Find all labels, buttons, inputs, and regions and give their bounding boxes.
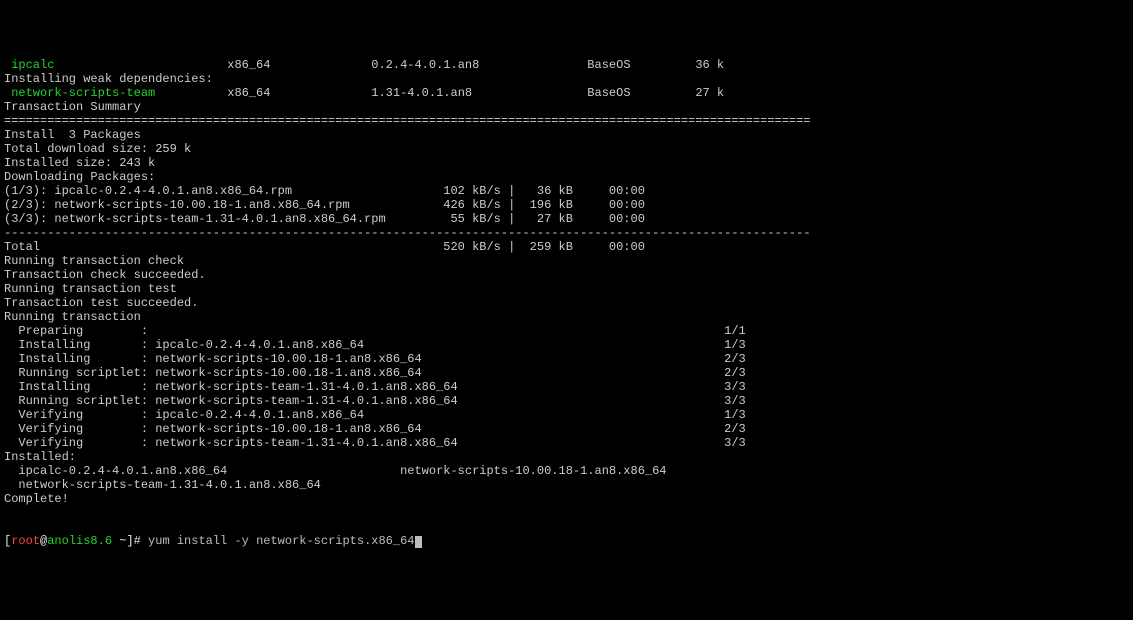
terminal-line: Running scriptlet: network-scripts-team-…	[4, 394, 1129, 408]
terminal-line: Running transaction test	[4, 282, 1129, 296]
terminal-line: Complete!	[4, 492, 1129, 506]
terminal-line: Running scriptlet: network-scripts-10.00…	[4, 366, 1129, 380]
terminal-line: (1/3): ipcalc-0.2.4-4.0.1.an8.x86_64.rpm…	[4, 184, 1129, 198]
terminal-line: ipcalc x86_64 0.2.4-4.0.1.an8 BaseOS 36 …	[4, 58, 1129, 72]
terminal-line: Transaction check succeeded.	[4, 268, 1129, 282]
terminal-line: Transaction test succeeded.	[4, 296, 1129, 310]
terminal-line: network-scripts-team x86_64 1.31-4.0.1.a…	[4, 86, 1129, 100]
prompt-host: anolis8.6	[47, 534, 112, 548]
terminal-line: Total download size: 259 k	[4, 142, 1129, 156]
terminal-line: Total 520 kB/s | 259 kB 00:00	[4, 240, 1129, 254]
terminal-line: Installed size: 243 k	[4, 156, 1129, 170]
terminal-line: Verifying : network-scripts-10.00.18-1.a…	[4, 422, 1129, 436]
terminal-line: Install 3 Packages	[4, 128, 1129, 142]
terminal-line: ========================================…	[4, 114, 1129, 128]
prompt-path: ~	[112, 534, 126, 548]
terminal-line: ----------------------------------------…	[4, 226, 1129, 240]
terminal-line: network-scripts-team-1.31-4.0.1.an8.x86_…	[4, 478, 1129, 492]
command-input[interactable]: yum install -y network-scripts.x86_64	[141, 534, 415, 548]
terminal-line: Running transaction check	[4, 254, 1129, 268]
terminal-line: (3/3): network-scripts-team-1.31-4.0.1.a…	[4, 212, 1129, 226]
terminal-line: Installing : network-scripts-10.00.18-1.…	[4, 352, 1129, 366]
shell-prompt-line[interactable]: [root@anolis8.6 ~]# yum install -y netwo…	[4, 534, 1129, 548]
terminal-line: Installing weak dependencies:	[4, 72, 1129, 86]
terminal-line: Verifying : ipcalc-0.2.4-4.0.1.an8.x86_6…	[4, 408, 1129, 422]
terminal-line: Preparing : 1/1	[4, 324, 1129, 338]
prompt-bracket-close: ]#	[126, 534, 140, 548]
cursor-icon	[415, 536, 422, 548]
terminal-line: Downloading Packages:	[4, 170, 1129, 184]
terminal-line: Installing : network-scripts-team-1.31-4…	[4, 380, 1129, 394]
terminal-line: ipcalc-0.2.4-4.0.1.an8.x86_64 network-sc…	[4, 464, 1129, 478]
terminal-line: Running transaction	[4, 310, 1129, 324]
terminal-line: Transaction Summary	[4, 100, 1129, 114]
terminal-output[interactable]: ipcalc x86_64 0.2.4-4.0.1.an8 BaseOS 36 …	[4, 58, 1129, 506]
prompt-user: root	[11, 534, 40, 548]
terminal-line: Installed:	[4, 450, 1129, 464]
terminal-line: (2/3): network-scripts-10.00.18-1.an8.x8…	[4, 198, 1129, 212]
terminal-line: Verifying : network-scripts-team-1.31-4.…	[4, 436, 1129, 450]
terminal-line: Installing : ipcalc-0.2.4-4.0.1.an8.x86_…	[4, 338, 1129, 352]
